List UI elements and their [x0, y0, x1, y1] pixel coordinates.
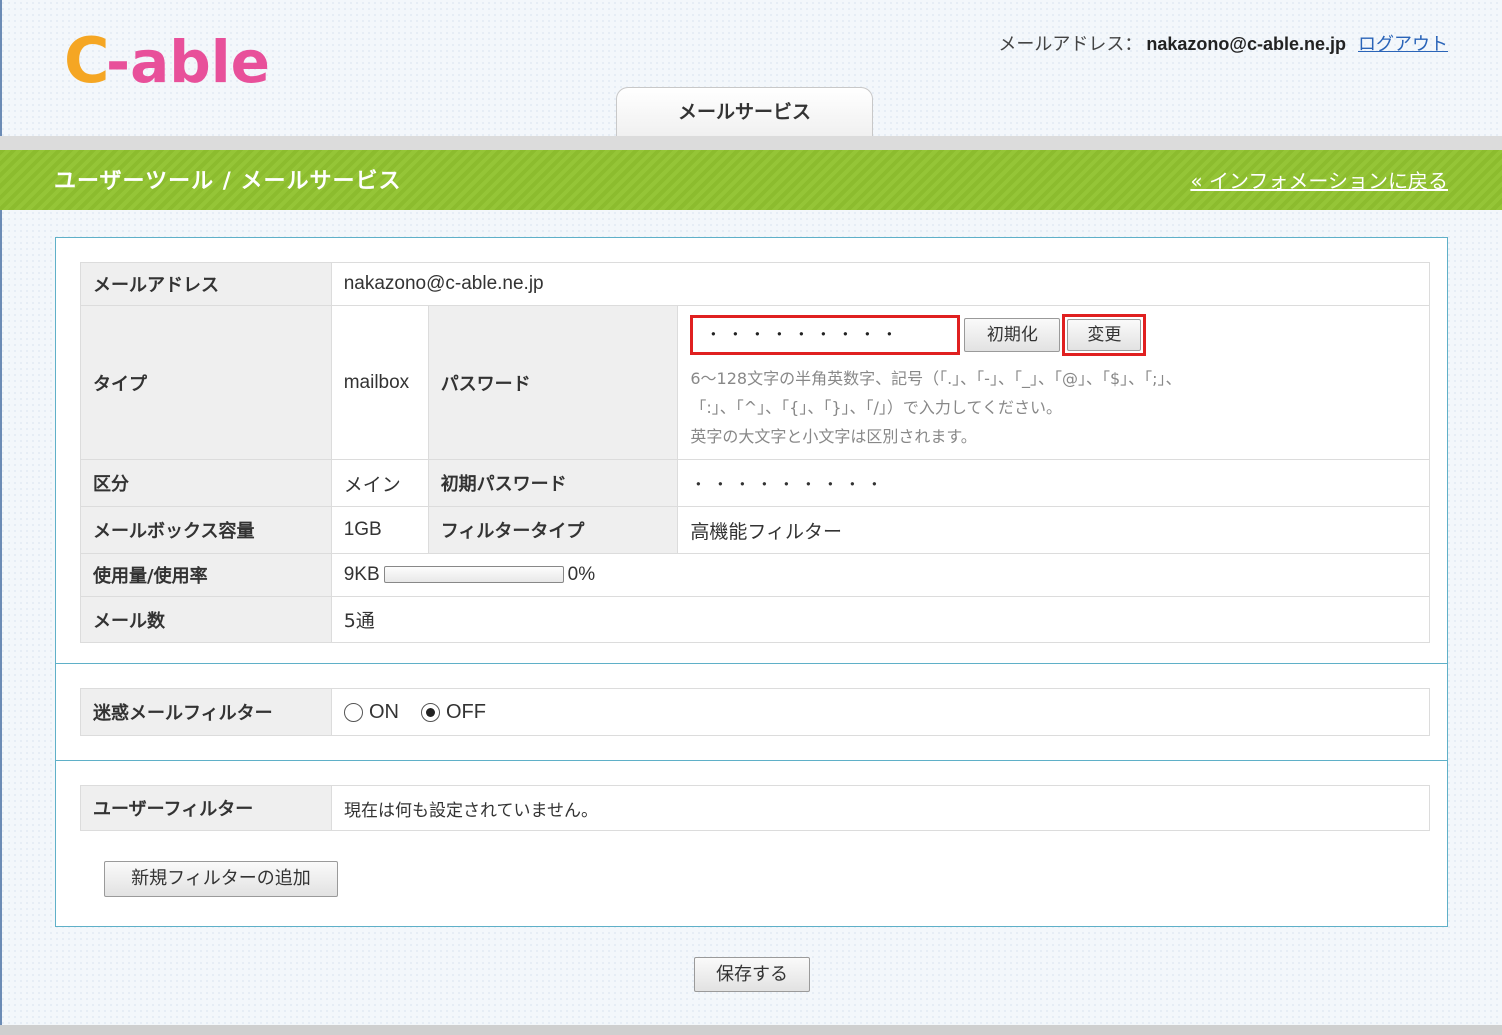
spam-filter-label: 迷惑メールフィルター [80, 688, 332, 736]
footer-band [0, 1025, 1502, 1035]
spam-filter-off-radio[interactable] [421, 702, 440, 722]
change-password-button[interactable]: 変更 [1067, 319, 1142, 351]
email-label: メールアドレス： [998, 34, 1143, 55]
usage-percent: 0% [567, 564, 596, 585]
user-filter-table: ユーザーフィルター 現在は何も設定されていません。 [80, 785, 1430, 831]
tab-mail-service[interactable]: メールサービス [616, 87, 873, 137]
table-row: メール数 5通 [80, 596, 1431, 643]
table-row: 区分 メイン 初期パスワード ・・・・・・・・・ [80, 459, 1430, 507]
spam-filter-on-label[interactable]: ON [369, 701, 399, 723]
user-filter-label: ユーザーフィルター [80, 785, 332, 831]
password-hint-line: 「:」、「^」、「{」、「}」、「/」）で入力してください。 [690, 398, 1062, 417]
password-cell: ・・・・・・・・・ 初期化 変更 6～128文字の半角英数字、記号（「.」、「-」、… [677, 305, 1430, 460]
capacity-value: 1GB [330, 506, 429, 554]
mail-settings-panel: メールアドレス nakazono@c-able.ne.jp タイプ mailbo… [55, 237, 1448, 927]
logo-c: C [64, 26, 110, 90]
initial-password-label: 初期パスワード [427, 459, 679, 507]
account-info-table: メールアドレス nakazono@c-able.ne.jp タイプ mailbo… [80, 262, 1431, 643]
mail-count-value: 5通 [330, 596, 1431, 643]
password-input[interactable]: ・・・・・・・・・ [690, 315, 961, 355]
user-filter-status: 現在は何も設定されていません。 [331, 785, 1430, 831]
tab-bar [0, 136, 1502, 150]
email-row-label: メールアドレス [80, 262, 332, 306]
table-row: タイプ mailbox パスワード ・・・・・・・・・ 初期化 変更 6～128文字… [80, 305, 1430, 460]
back-to-information-link[interactable]: « インフォメーションに戻る [1190, 165, 1448, 194]
table-row: ユーザーフィルター 現在は何も設定されていません。 [80, 785, 1430, 831]
logo-able: -able [106, 28, 270, 90]
section-divider [56, 760, 1447, 761]
usage-amount: 9KB [343, 564, 380, 585]
type-label: タイプ [80, 305, 332, 460]
reset-password-button[interactable]: 初期化 [964, 318, 1061, 352]
account-bar: メールアドレス： nakazono@c-able.ne.jp ログアウト [998, 30, 1448, 56]
spam-filter-on-radio[interactable] [344, 702, 363, 722]
filter-type-value: 高機能フィルター [677, 506, 1430, 554]
table-row: 使用量/使用率 9KB 0% [80, 553, 1431, 597]
table-row: メールアドレス nakazono@c-able.ne.jp [80, 262, 1431, 306]
password-hint: 6～128文字の半角英数字、記号（「.」、「-」、「_」、「@」、「$」、「;」… [690, 364, 1417, 451]
type-value: mailbox [330, 305, 429, 460]
capacity-label: メールボックス容量 [80, 506, 332, 554]
usage-label: 使用量/使用率 [80, 553, 332, 597]
category-label: 区分 [80, 459, 332, 507]
section-divider [56, 663, 1447, 664]
add-filter-button[interactable]: 新規フィルターの追加 [104, 861, 338, 897]
spam-filter-options: ON OFF [331, 688, 1430, 736]
page-title: ユーザーツール / メールサービス [54, 169, 402, 194]
usage-value: 9KB 0% [330, 553, 1431, 597]
spam-filter-table: 迷惑メールフィルター ON OFF [80, 688, 1430, 736]
spam-filter-off-label[interactable]: OFF [446, 701, 486, 723]
email-row-value: nakazono@c-able.ne.jp [330, 262, 1431, 306]
user-email: nakazono@c-able.ne.jp [1146, 34, 1346, 54]
usage-progress-bar [383, 566, 564, 584]
initial-password-value: ・・・・・・・・・ [677, 459, 1430, 507]
table-row: メールボックス容量 1GB フィルタータイプ 高機能フィルター [80, 506, 1430, 554]
filter-type-label: フィルタータイプ [427, 506, 679, 554]
password-hint-line: 英字の大文字と小文字は区別されます。 [690, 427, 977, 446]
password-label: パスワード [427, 305, 679, 460]
table-row: 迷惑メールフィルター ON OFF [80, 688, 1430, 736]
save-button[interactable]: 保存する [694, 957, 810, 992]
change-button-highlight: 変更 [1062, 314, 1147, 356]
c-able-logo: C -able [64, 26, 270, 90]
mail-count-label: メール数 [80, 596, 332, 643]
logout-link[interactable]: ログアウト [1358, 34, 1448, 55]
category-value: メイン [330, 459, 429, 507]
page-banner: ユーザーツール / メールサービス « インフォメーションに戻る [0, 150, 1502, 210]
password-hint-line: 6～128文字の半角英数字、記号（「.」、「-」、「_」、「@」、「$」、「;」… [690, 369, 1182, 388]
